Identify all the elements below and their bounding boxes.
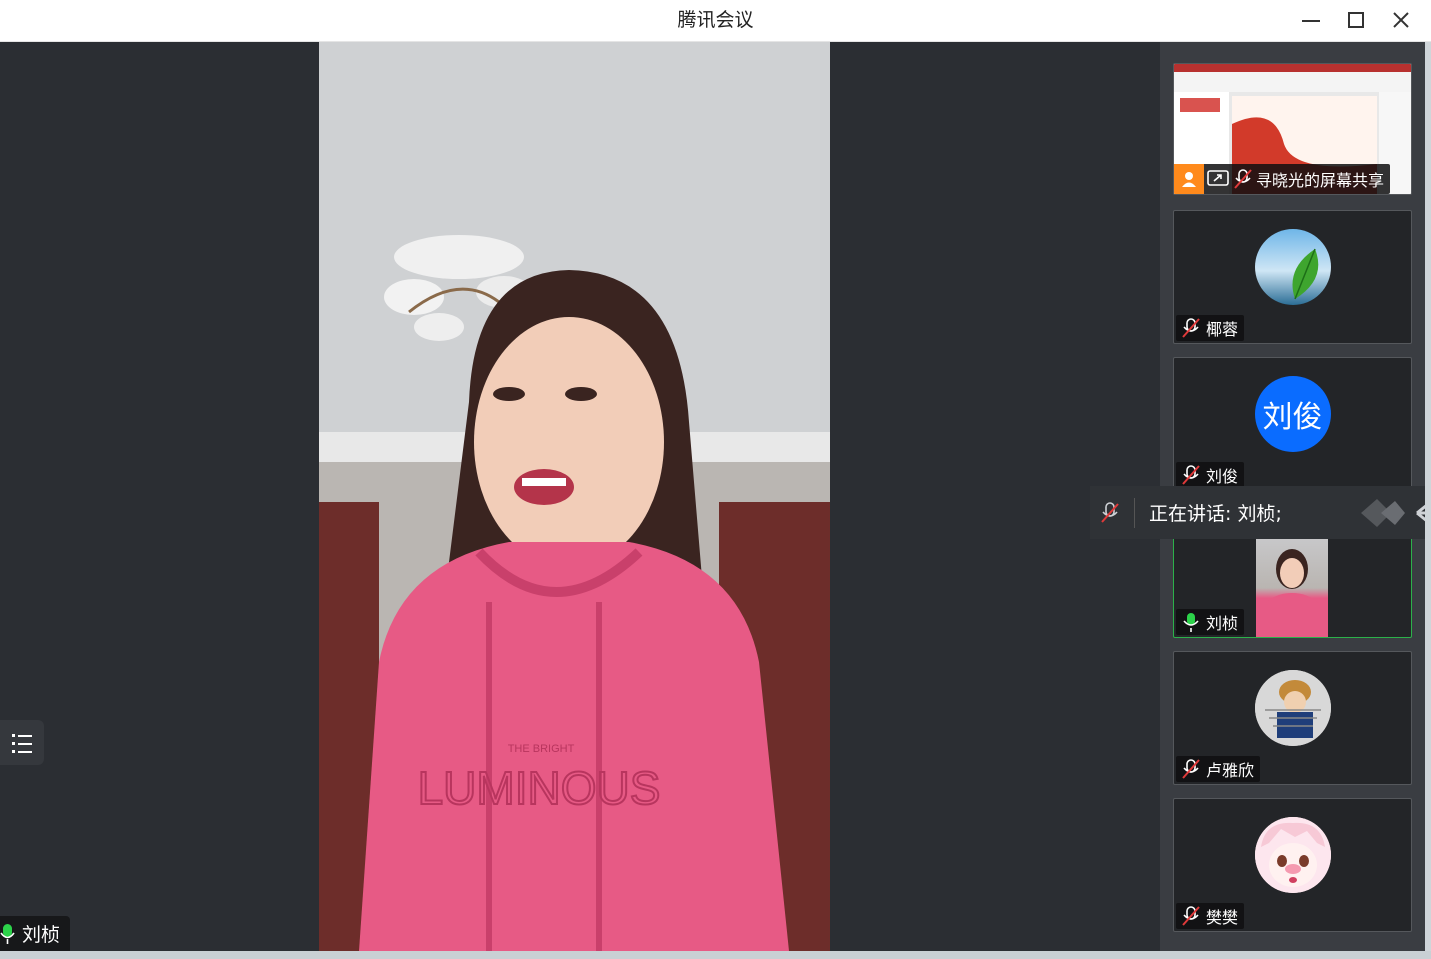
avatar [1254, 817, 1331, 893]
participant-name: 椰蓉 [1206, 320, 1239, 339]
title-bar: 腾讯会议 [0, 0, 1431, 42]
participant-label: 刘桢 [1176, 609, 1245, 635]
participant-tile-screenshare[interactable]: 寻晓光的屏幕共享 [1173, 63, 1412, 195]
close-icon [1393, 12, 1409, 28]
participant-video-thumbnail [1256, 537, 1328, 637]
avatar: 刘俊 [1254, 376, 1331, 452]
minimize-icon [1302, 20, 1320, 22]
hoodie-big-text: LUMINOUS [418, 762, 661, 814]
window-edge [1425, 42, 1431, 959]
speaker-thumbnail-frame [1262, 549, 1322, 637]
mic-muted-icon [1182, 759, 1200, 779]
participant-list-button[interactable] [0, 720, 44, 765]
bottom-edge [0, 951, 1431, 959]
participant-label: 椰蓉 [1176, 315, 1245, 341]
speaker-video-frame: THE BRIGHT LUMINOUS [319, 42, 830, 951]
speaking-indicator: 正在讲话: 刘桢; [1090, 486, 1431, 539]
participant-name: 刘桢 [1206, 614, 1239, 633]
mic-on-icon [1183, 613, 1199, 632]
list-icon [12, 733, 32, 753]
minimize-button[interactable] [1293, 6, 1329, 34]
main-speaker-video: THE BRIGHT LUMINOUS [319, 42, 830, 951]
screen-share-icon [1207, 170, 1229, 186]
person-icon [1174, 164, 1204, 194]
mic-muted-icon[interactable] [1098, 501, 1122, 525]
participant-name: 刘俊 [1206, 467, 1239, 486]
participant-name: 卢雅欣 [1206, 761, 1255, 780]
main-speaker-label: 刘桢 [0, 916, 70, 951]
participant-name: 寻晓光的屏幕共享 [1256, 171, 1385, 190]
child-avatar-image [1254, 670, 1331, 746]
screenshare-label: 寻晓光的屏幕共享 [1174, 164, 1391, 194]
mic-muted-icon [1182, 318, 1200, 338]
close-button[interactable] [1383, 6, 1419, 34]
collapse-arrow-icon[interactable] [1361, 493, 1431, 533]
mic-on-icon [0, 923, 15, 944]
participant-tile-fanfan[interactable]: 樊樊 [1173, 798, 1412, 932]
mic-muted-icon [1234, 169, 1252, 189]
maximize-icon [1348, 12, 1364, 28]
main-speaker-name: 刘桢 [22, 924, 61, 946]
maximize-button[interactable] [1338, 6, 1374, 34]
mic-muted-icon [1182, 906, 1200, 926]
participant-label: 卢雅欣 [1176, 756, 1261, 782]
leaf-avatar-image [1292, 248, 1318, 300]
participant-label: 刘俊 [1176, 462, 1245, 488]
avatar [1254, 229, 1331, 305]
speaking-text: 正在讲话: 刘桢; [1149, 503, 1282, 525]
window-title: 腾讯会议 [677, 9, 754, 31]
participant-name: 樊樊 [1206, 908, 1239, 927]
hoodie-small-text: THE BRIGHT [508, 743, 575, 755]
cartoon-pig-avatar-image [1254, 817, 1331, 893]
mic-muted-icon [1182, 465, 1200, 485]
participant-tile-luyaxin[interactable]: 卢雅欣 [1173, 651, 1412, 785]
participant-label: 樊樊 [1176, 903, 1245, 929]
main-stage: THE BRIGHT LUMINOUS 刘桢 [0, 42, 1160, 951]
divider [1134, 497, 1135, 528]
participant-tile-yerong[interactable]: 椰蓉 [1173, 210, 1412, 344]
avatar [1254, 670, 1331, 746]
participant-tile-liujun[interactable]: 刘俊 刘俊 [1173, 357, 1412, 491]
